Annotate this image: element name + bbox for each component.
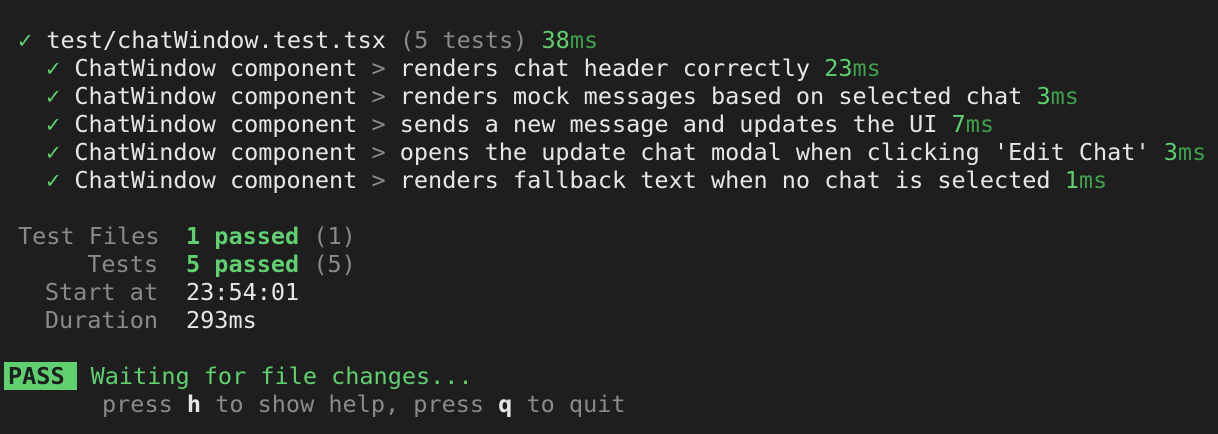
help-middle: to show help, press <box>201 390 499 418</box>
suite-separator: > <box>371 138 386 166</box>
test-suite-name: ChatWindow component <box>74 82 358 110</box>
test-row: ✓ ChatWindow component > sends a new mes… <box>46 110 994 138</box>
test-time-value: 7 <box>951 110 966 138</box>
summary-test-files: Test Files 1 passed (1) <box>18 222 356 250</box>
help-key[interactable]: h <box>187 390 201 418</box>
help-line: press h to show help, press q to quit <box>102 390 626 418</box>
status-line: PASS Waiting for file changes... <box>4 362 473 390</box>
test-suite-name: ChatWindow component <box>74 138 358 166</box>
passed-count: 1 passed <box>186 222 300 250</box>
check-icon: ✓ <box>46 54 61 82</box>
duration-value: 293ms <box>186 306 257 334</box>
test-name: renders mock messages based on selected … <box>399 82 1023 110</box>
test-time-unit: ms <box>1078 166 1108 194</box>
test-file-line: ✓ test/chatWindow.test.tsx (5 tests) 38m… <box>18 26 598 54</box>
test-row: ✓ ChatWindow component > renders fallbac… <box>46 166 1107 194</box>
summary-label: Start at <box>44 278 158 306</box>
test-time-value: 3 <box>1036 82 1051 110</box>
test-time-unit: ms <box>852 54 881 82</box>
pass-badge: PASS <box>4 362 77 390</box>
test-row: ✓ ChatWindow component > opens the updat… <box>46 138 1206 166</box>
passed-count: 5 passed <box>186 250 300 278</box>
summary-duration: Duration 293ms <box>18 306 257 334</box>
summary-value: 5 passed (5) <box>186 250 356 278</box>
test-name: opens the update chat modal when clickin… <box>399 138 1150 166</box>
help-suffix: to quit <box>512 390 626 418</box>
suite-separator: > <box>371 166 386 194</box>
check-icon: ✓ <box>46 110 61 138</box>
test-file-path: test/chatWindow.test.tsx <box>46 26 386 54</box>
test-name: sends a new message and updates the UI <box>399 110 938 138</box>
test-time-value: 3 <box>1163 138 1178 166</box>
test-suite-name: ChatWindow component <box>74 166 358 194</box>
test-name: renders chat header correctly <box>399 54 811 82</box>
suite-separator: > <box>371 110 386 138</box>
total-count: (1) <box>313 222 356 250</box>
test-time-unit: ms <box>1050 82 1079 110</box>
test-time-value: 1 <box>1064 166 1079 194</box>
check-icon: ✓ <box>46 166 61 194</box>
check-icon: ✓ <box>46 82 61 110</box>
total-count: (5) <box>313 250 356 278</box>
quit-key[interactable]: q <box>498 390 512 418</box>
test-row: ✓ ChatWindow component > renders mock me… <box>46 82 1079 110</box>
check-icon: ✓ <box>46 138 61 166</box>
help-prefix: press <box>102 390 187 418</box>
test-suite-name: ChatWindow component <box>74 110 358 138</box>
test-time-unit: ms <box>965 110 994 138</box>
file-time-value: 38 <box>541 26 570 54</box>
test-row: ✓ ChatWindow component > renders chat he… <box>46 54 881 82</box>
waiting-message: Waiting for file changes... <box>90 362 473 390</box>
test-count: (5 tests) <box>400 26 528 54</box>
test-name: renders fallback text when no chat is se… <box>399 166 1051 194</box>
check-icon: ✓ <box>18 26 33 54</box>
summary-value: 1 passed (1) <box>186 222 356 250</box>
start-time-value: 23:54:01 <box>186 278 300 306</box>
summary-label: Duration <box>44 306 158 334</box>
test-suite-name: ChatWindow component <box>74 54 358 82</box>
summary-tests: Tests 5 passed (5) <box>18 250 356 278</box>
file-time-unit: ms <box>569 26 599 54</box>
terminal-window: ✓ test/chatWindow.test.tsx (5 tests) 38m… <box>0 0 1218 434</box>
test-time-value: 23 <box>824 54 853 82</box>
summary-label: Tests <box>87 250 158 278</box>
summary-start-at: Start at 23:54:01 <box>18 278 299 306</box>
suite-separator: > <box>371 54 386 82</box>
summary-label: Test Files <box>18 222 160 250</box>
suite-separator: > <box>371 82 386 110</box>
test-time-unit: ms <box>1177 138 1207 166</box>
